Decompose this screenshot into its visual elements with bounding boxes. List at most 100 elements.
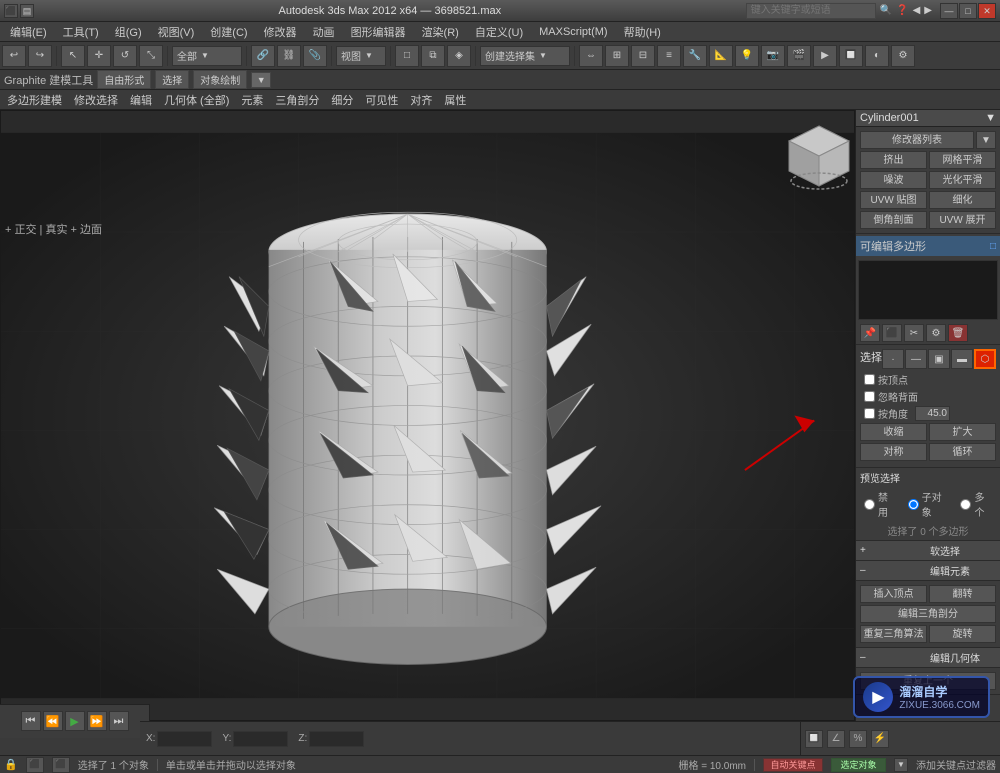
uvw-unwrap-button[interactable]: UVW 展开 (929, 211, 996, 229)
x-coord-input[interactable] (157, 731, 212, 747)
menu-item-c[interactable]: 创建(C) (202, 22, 255, 42)
global-search-input[interactable] (746, 3, 876, 19)
layer-button[interactable]: ≡ (657, 45, 681, 67)
delete-mod-btn[interactable]: 🗑 (948, 324, 968, 342)
rotate-tri-button[interactable]: 旋转 (929, 625, 996, 643)
flip-button[interactable]: 翻转 (929, 585, 996, 603)
spinner-snap-toggle[interactable]: ⚡ (871, 730, 889, 748)
move-button[interactable]: ✛ (87, 45, 111, 67)
insert-vertex-button[interactable]: 插入顶点 (860, 585, 927, 603)
tb5[interactable]: 📐 (709, 45, 733, 67)
object-paint-button[interactable]: 对象绘制 (193, 70, 247, 89)
maximize-button[interactable]: □ (959, 3, 977, 19)
tb4[interactable]: 🔧 (683, 45, 707, 67)
go-to-end-button[interactable]: ⏭ (109, 711, 129, 731)
tb3[interactable]: ◈ (447, 45, 471, 67)
link-button[interactable]: 🔗 (251, 45, 275, 67)
preset-disable-radio[interactable] (864, 499, 875, 510)
menu-item-u[interactable]: 自定义(U) (467, 22, 531, 42)
modifier-list-expand[interactable]: ▼ (976, 131, 996, 149)
graphite-options-button[interactable]: ▼ (251, 72, 271, 88)
sub-toolbar-item-[interactable]: 对齐 (407, 92, 435, 108)
bevel-profile-button[interactable]: 倒角剖面 (860, 211, 927, 229)
auto-key-button[interactable]: 自动关键点 (763, 758, 823, 772)
undo-button[interactable]: ↩ (2, 45, 26, 67)
minimize-button[interactable]: — (940, 3, 958, 19)
view-combo[interactable]: 视图 (336, 46, 386, 66)
preset-multi-radio[interactable] (960, 499, 971, 510)
active-modifier-toggle[interactable]: □ (990, 241, 996, 252)
border-mode-icon[interactable]: ▣ (928, 349, 950, 369)
tb8[interactable]: 🎬 (787, 45, 811, 67)
play-button[interactable]: ▶ (65, 711, 85, 731)
menu-item-r[interactable]: 渲染(R) (414, 22, 467, 42)
soft-select-collapse[interactable]: + 软选择 (856, 541, 1000, 561)
sub-toolbar-item-[interactable]: 细分 (328, 92, 356, 108)
menu-item-t[interactable]: 工具(T) (55, 22, 107, 42)
menu-item-maxscriptm[interactable]: MAXScript(M) (531, 24, 615, 40)
preset-sub-radio[interactable] (908, 499, 919, 510)
extrude-button[interactable]: 挤出 (860, 151, 927, 169)
poly-mode-icon[interactable]: ▬ (951, 349, 973, 369)
sub-toolbar-item-[interactable]: 编辑 (127, 92, 155, 108)
object-name-expand[interactable]: ▼ (985, 112, 996, 124)
vertex-mode-icon[interactable]: · (882, 349, 904, 369)
sub-toolbar-item-[interactable]: 多边形建模 (4, 92, 65, 108)
grow-button[interactable]: 扩大 (929, 423, 996, 441)
light-smooth-button[interactable]: 光化平滑 (929, 171, 996, 189)
by-angle-checkbox[interactable] (864, 408, 875, 419)
tb2[interactable]: ⧉ (421, 45, 445, 67)
edge-mode-icon[interactable]: — (905, 349, 927, 369)
navigation-cube[interactable] (784, 121, 844, 181)
y-coord-input[interactable] (233, 731, 288, 747)
sub-toolbar-item-[interactable]: 三角剖分 (272, 92, 322, 108)
element-mode-icon[interactable]: ⬡ (974, 349, 996, 369)
select-mode-combo[interactable]: 全部 (172, 46, 242, 66)
prev-frame-button[interactable]: ⏪ (43, 711, 63, 731)
arrow-icon[interactable]: ◀ (913, 5, 921, 16)
viewport[interactable]: + 正交 | 真实 + 边面 (0, 110, 855, 721)
uvw-map-button[interactable]: UVW 贴图 (860, 191, 927, 209)
menu-item-[interactable]: 修改器 (256, 22, 305, 42)
edit-tri-button[interactable]: 编辑三角剖分 (860, 605, 996, 623)
align-button[interactable]: ⊟ (631, 45, 655, 67)
angle-snap-toggle[interactable]: ∠ (827, 730, 845, 748)
menu-icon[interactable]: ▤ (20, 4, 34, 18)
sub-toolbar-item-[interactable]: 修改选择 (71, 92, 121, 108)
show-end-result-btn[interactable]: ⬛ (882, 324, 902, 342)
tb9[interactable]: ▶ (813, 45, 837, 67)
snap-toggle[interactable]: 🔲 (805, 730, 823, 748)
sub-toolbar-item-[interactable]: 元素 (238, 92, 266, 108)
menu-item-[interactable]: 动画 (305, 22, 343, 42)
ignore-backface-checkbox[interactable] (864, 391, 875, 402)
menu-item-[interactable]: 图形编辑器 (343, 22, 414, 42)
search-icon[interactable]: 🔍 (880, 5, 892, 16)
tb1[interactable]: □ (395, 45, 419, 67)
by-vertex-checkbox[interactable] (864, 374, 875, 385)
mesh-smooth-button[interactable]: 网格平滑 (929, 151, 996, 169)
mirror-button[interactable]: ⇔ (579, 45, 603, 67)
sub-toolbar-item-[interactable]: 几何体 (全部) (161, 92, 232, 108)
angle-input[interactable] (915, 406, 950, 421)
unlink-button[interactable]: ⛓ (277, 45, 301, 67)
next-frame-button[interactable]: ⏩ (87, 711, 107, 731)
modifier-list-combo[interactable]: 修改器列表 (860, 131, 974, 149)
bind-button[interactable]: 📎 (303, 45, 327, 67)
sub-toolbar-item-[interactable]: 属性 (441, 92, 469, 108)
pct-snap-toggle[interactable]: % (849, 730, 867, 748)
noise-button[interactable]: 噪波 (860, 171, 927, 189)
free-form-button[interactable]: 自由形式 (97, 70, 151, 89)
arrow-right-icon[interactable]: ▶ (924, 5, 932, 16)
close-button[interactable]: ✕ (978, 3, 996, 19)
shrink-button[interactable]: 收缩 (860, 423, 927, 441)
menu-item-g[interactable]: 组(G) (107, 22, 150, 42)
tb7[interactable]: 📷 (761, 45, 785, 67)
array-button[interactable]: ⊞ (605, 45, 629, 67)
menu-item-h[interactable]: 帮助(H) (616, 22, 669, 42)
tb10[interactable]: 🔲 (839, 45, 863, 67)
sub-toolbar-item-[interactable]: 可见性 (362, 92, 401, 108)
go-to-start-button[interactable]: ⏮ (21, 711, 41, 731)
select-sub-button[interactable]: 选择 (155, 70, 189, 89)
loop-button[interactable]: 循环 (929, 443, 996, 461)
pin-icon-btn[interactable]: 📌 (860, 324, 880, 342)
